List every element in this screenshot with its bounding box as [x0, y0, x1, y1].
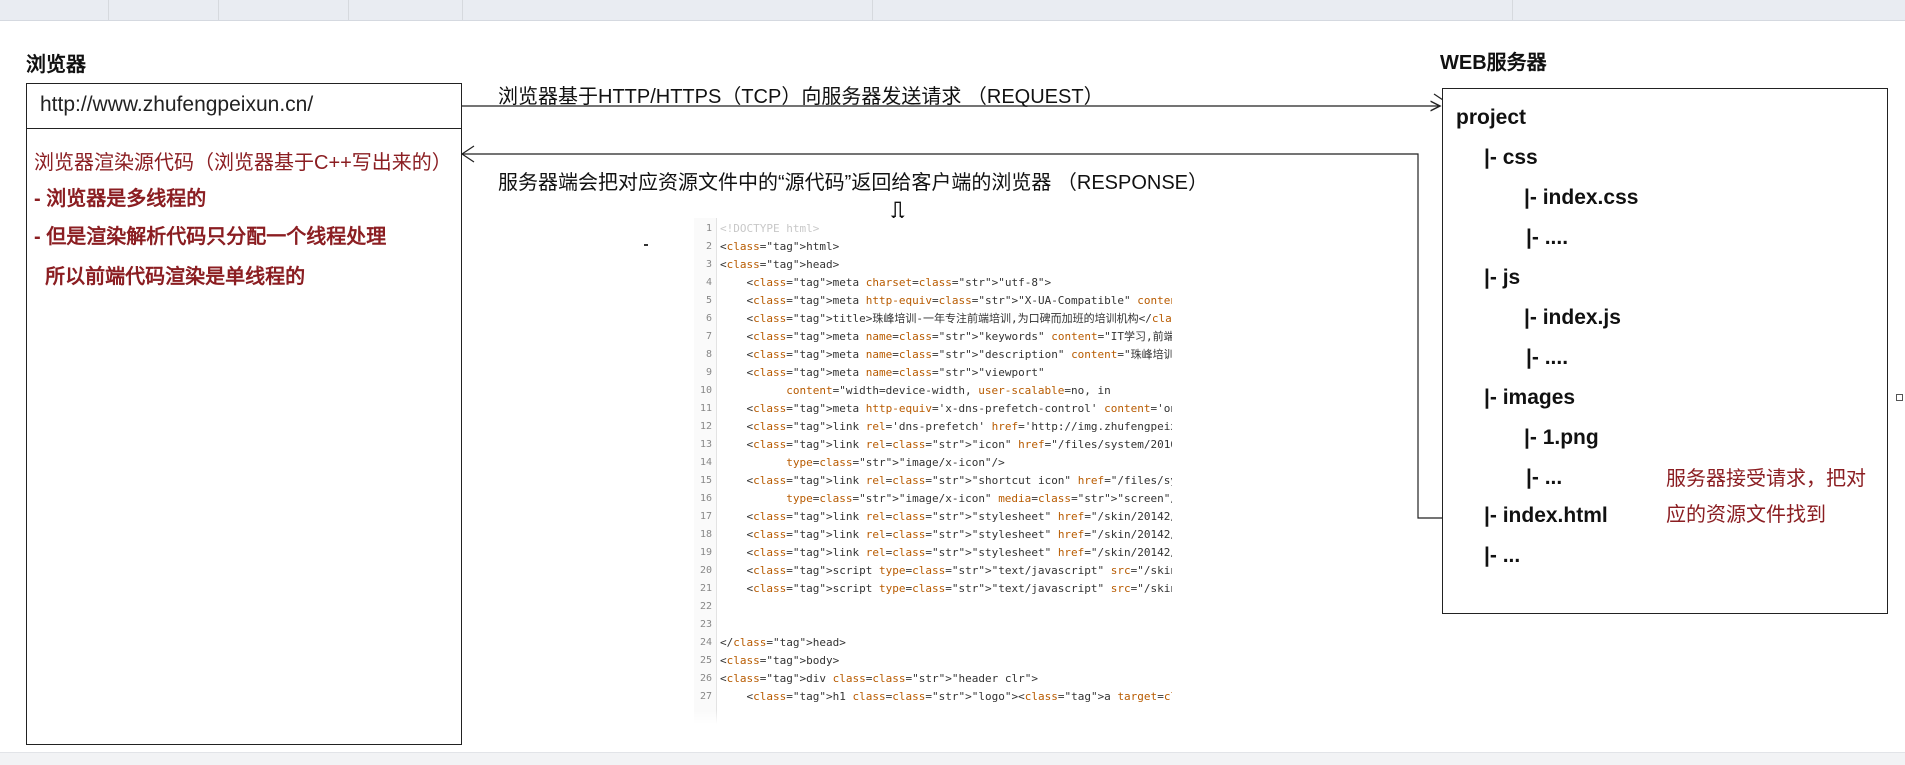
- point-single-render-thread: - 但是渲染解析代码只分配一个线程处理: [34, 226, 387, 248]
- code-line-number: 16: [699, 493, 712, 504]
- code-line-number: 18: [699, 529, 712, 540]
- tree-1-png: |- 1.png: [1524, 426, 1599, 449]
- browser-title: 浏览器: [26, 54, 86, 76]
- code-line: <!DOCTYPE html>: [720, 222, 820, 235]
- tree-css-folder: |- css: [1484, 146, 1538, 169]
- resize-handle[interactable]: [1896, 394, 1903, 401]
- code-line-number: 13: [699, 439, 712, 450]
- code-line-number: 14: [699, 457, 712, 468]
- code-line: <class="tag">html>: [720, 240, 840, 253]
- code-line: <class="tag">script type=class="str">"te…: [720, 564, 1172, 577]
- code-line-number: 3: [705, 259, 712, 270]
- code-line: <class="tag">meta name=class="str">"view…: [720, 366, 1045, 379]
- code-line: <class="tag">meta http-equiv='x-dns-pref…: [720, 402, 1172, 415]
- code-line-number: 21: [699, 583, 712, 594]
- code-line: <class="tag">div class=class="str">"head…: [720, 672, 1038, 685]
- code-line-number: 7: [705, 331, 712, 342]
- point-frontend-single-thread: 所以前端代码渲染是单线程的: [34, 266, 306, 288]
- tree-root-more: |- ...: [1484, 544, 1521, 567]
- code-line-number: 26: [699, 673, 712, 684]
- tree-js-more: |- ....: [1526, 346, 1569, 369]
- code-line-number: 20: [699, 565, 712, 576]
- server-note-line1: 服务器接受请求，把对: [1666, 468, 1866, 490]
- code-line: <class="tag">body>: [720, 654, 840, 667]
- code-line-number: 17: [699, 511, 712, 522]
- code-line: <class="tag">h1 class=class="str">"logo"…: [720, 690, 1172, 703]
- code-line: <class="tag">meta http-equiv=class="str"…: [720, 294, 1172, 307]
- code-line-number: 24: [699, 637, 712, 648]
- request-label: 浏览器基于HTTP/HTTPS（TCP）向服务器发送请求 （REQUEST）: [498, 86, 1104, 108]
- code-line: <class="tag">title>珠峰培训-一年专注前端培训,为口碑而加班的…: [720, 312, 1172, 325]
- tree-index-css: |- index.css: [1524, 186, 1639, 209]
- code-line-number: 5: [705, 295, 712, 306]
- code-line-number: 11: [699, 403, 712, 414]
- code-line: type=class="str">"image/x-icon" media=cl…: [786, 492, 1172, 505]
- code-line: </class="tag">head>: [720, 636, 846, 649]
- code-line-number: 2: [705, 241, 712, 252]
- code-line: <class="tag">meta name=class="str">"keyw…: [720, 330, 1172, 343]
- code-line-number: 15: [699, 475, 712, 486]
- response-label: 服务器端会把对应资源文件中的“源代码”返回给客户端的浏览器 （RESPONSE）: [498, 172, 1209, 194]
- code-line: <class="tag">link rel=class="str">"style…: [720, 546, 1172, 559]
- code-line-number: 10: [699, 385, 712, 396]
- code-line-number: 1: [705, 223, 712, 234]
- code-line: <class="tag">link rel=class="str">"short…: [720, 474, 1172, 487]
- code-line-number: 19: [699, 547, 712, 558]
- tree-images-more: |- ...: [1526, 466, 1563, 489]
- code-line-number: 4: [705, 277, 712, 288]
- tree-images-folder: |- images: [1484, 386, 1576, 409]
- code-line: <class="tag">link rel='dns-prefetch' hre…: [720, 420, 1172, 433]
- code-line-number: 6: [705, 313, 712, 324]
- url-text: http://www.zhufengpeixun.cn/: [40, 93, 314, 116]
- code-line: <class="tag">meta charset=class="str">"u…: [720, 276, 1052, 289]
- tree-css-more: |- ....: [1526, 226, 1569, 249]
- point-multithread: - 浏览器是多线程的: [34, 188, 207, 210]
- code-line: type=class="str">"image/x-icon"/>: [786, 456, 1005, 469]
- code-line-number: 8: [705, 349, 712, 360]
- code-line: <class="tag">link rel=class="str">"style…: [720, 528, 1172, 541]
- server-title: WEB服务器: [1440, 52, 1547, 74]
- render-note: 浏览器渲染源代码（浏览器基于C++写出来的）: [34, 152, 452, 174]
- tree-project: project: [1456, 106, 1527, 129]
- stray-dot: [644, 244, 648, 246]
- source-code-snippet: 1 <!DOCTYPE html> 2 <class="tag">html> 3 <cla…: [694, 218, 1172, 724]
- code-line-number: 22: [699, 601, 712, 612]
- code-line: content="width=device-width, user-scalab…: [786, 384, 1111, 397]
- code-line-number: 23: [699, 619, 712, 630]
- code-line: <class="tag">link rel=class="str">"icon"…: [720, 438, 1172, 451]
- tree-index-js: |- index.js: [1524, 306, 1621, 329]
- code-bottom-fade: [694, 710, 1172, 724]
- tree-js-folder: |- js: [1484, 266, 1521, 289]
- code-line-number: 27: [699, 691, 712, 702]
- code-line: <class="tag">head>: [720, 258, 840, 271]
- tree-index-html: |- index.html: [1484, 504, 1608, 527]
- code-line-number: 9: [705, 367, 712, 378]
- code-line: <class="tag">link rel=class="str">"style…: [720, 510, 1172, 523]
- server-note-line2: 应的资源文件找到: [1666, 504, 1826, 526]
- code-line: <class="tag">script type=class="str">"te…: [720, 582, 1172, 595]
- code-line: <class="tag">meta name=class="str">"desc…: [720, 348, 1172, 361]
- code-line-number: 12: [699, 421, 712, 432]
- code-line-number: 25: [699, 655, 712, 666]
